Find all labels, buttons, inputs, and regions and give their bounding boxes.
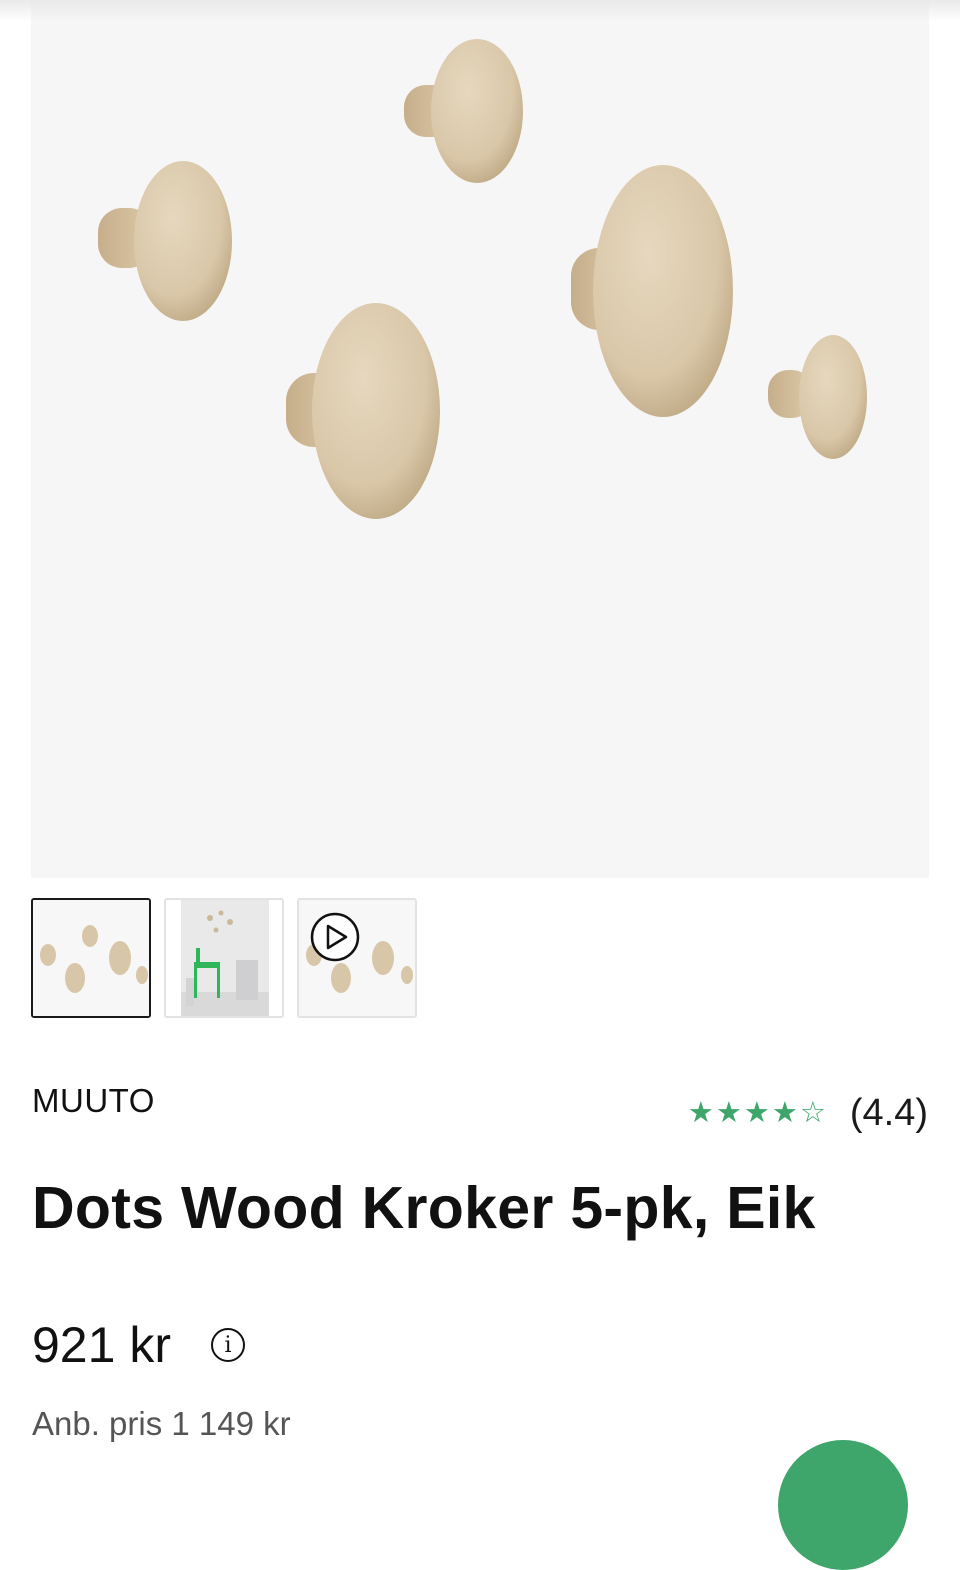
dot-hook xyxy=(768,335,867,459)
add-to-cart-button[interactable] xyxy=(778,1440,908,1570)
brand-name[interactable]: MUUTO xyxy=(32,1082,155,1120)
star-full-icon: ★ xyxy=(743,1097,770,1129)
star-full-icon: ★ xyxy=(715,1097,742,1129)
wooden-dots-illustration xyxy=(98,39,867,519)
rating[interactable]: ★ ★ ★ ★ ☆ (4.4) xyxy=(688,1092,928,1135)
info-icon[interactable]: i xyxy=(210,1328,245,1362)
star-outline-icon: ☆ xyxy=(799,1097,826,1129)
rating-stars: ★ ★ ★ ★ ☆ xyxy=(688,1099,826,1128)
current-price: 921 kr xyxy=(32,1317,171,1373)
product-title: Dots Wood Kroker 5-pk, Eik xyxy=(32,1175,816,1241)
product-hero-image[interactable] xyxy=(31,0,929,878)
video-thumbnail-image xyxy=(299,900,415,1016)
dot-hook xyxy=(98,161,232,321)
recommended-price: Anb. pris 1 149 kr xyxy=(32,1405,291,1442)
price-row: 921 kr i xyxy=(32,1316,245,1374)
star-full-icon: ★ xyxy=(771,1097,798,1129)
play-icon[interactable] xyxy=(310,912,360,962)
room-thumbnail-image xyxy=(166,900,282,1016)
dot-hook xyxy=(286,303,440,519)
dots-thumbnail-image xyxy=(33,900,149,1016)
thumb-product[interactable] xyxy=(31,898,151,1018)
thumb-room[interactable] xyxy=(164,898,284,1018)
thumb-video[interactable] xyxy=(297,898,417,1018)
dot-hook xyxy=(571,165,733,417)
dot-hook xyxy=(404,39,523,183)
rating-value: (4.4) xyxy=(849,1092,928,1134)
top-shade xyxy=(0,0,960,22)
star-full-icon: ★ xyxy=(687,1097,714,1129)
